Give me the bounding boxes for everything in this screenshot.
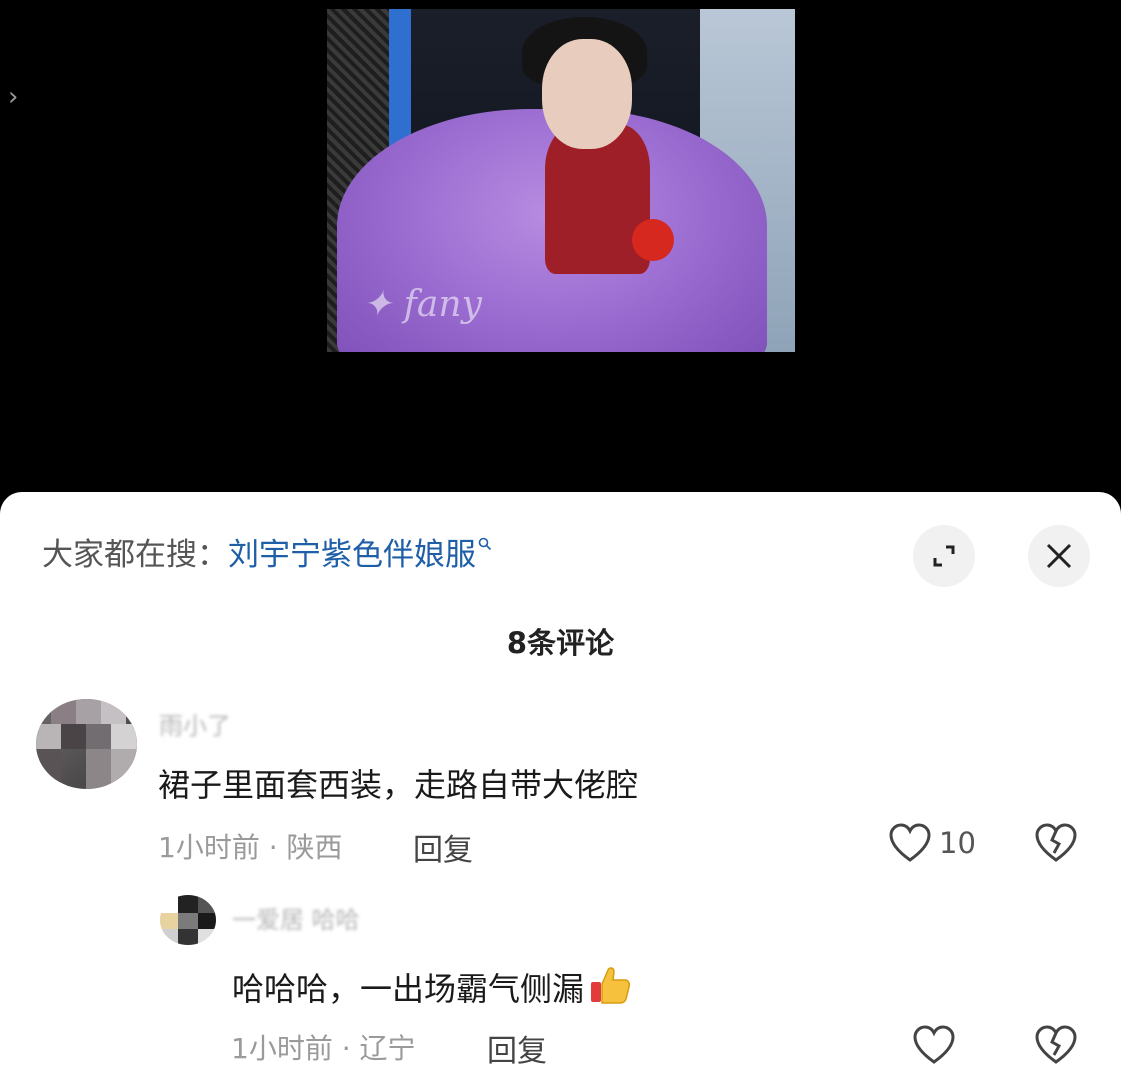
search-icon[interactable] — [478, 537, 492, 551]
like-count: 10 — [939, 826, 976, 860]
comment-meta: 1小时前 · 辽宁 — [231, 1032, 416, 1065]
search-prefix: 大家都在搜： — [42, 537, 228, 573]
broken-heart-icon[interactable] — [1034, 822, 1078, 864]
video-area[interactable]: › ✦ fany — [0, 0, 1121, 500]
avatar[interactable] — [160, 895, 216, 945]
comment-meta: 1小时前 · 陕西 — [158, 831, 343, 864]
close-button[interactable] — [1028, 525, 1090, 587]
comment-username[interactable]: 一爱居 哈哈 — [232, 900, 360, 935]
video-watermark: ✦ fany — [362, 284, 482, 325]
avatar[interactable] — [36, 699, 137, 789]
comment-username[interactable]: 雨小了 — [159, 706, 231, 741]
video-frame[interactable]: ✦ fany — [327, 9, 795, 352]
comment-text-content: 哈哈哈，一出场霸气侧漏 — [232, 970, 585, 1008]
face — [542, 39, 632, 149]
comment-count: 8条评论 — [506, 626, 615, 660]
comment-text: 裙子里面套西装，走路自带大佬腔 — [158, 766, 639, 804]
reply-button[interactable]: 回复 — [413, 825, 473, 869]
chevron-right-icon[interactable]: › — [8, 84, 18, 110]
comment-text: 哈哈哈，一出场霸气侧漏 — [232, 962, 632, 1010]
thumbs-up-emoji — [591, 967, 631, 1004]
heart-icon[interactable] — [888, 822, 932, 864]
corsage — [632, 219, 674, 261]
search-suggestion[interactable]: 大家都在搜：刘宇宁紫色伴娘服 — [42, 535, 492, 575]
close-icon — [1046, 543, 1072, 569]
reply-button[interactable]: 回复 — [487, 1026, 547, 1070]
search-term-link[interactable]: 刘宇宁紫色伴娘服 — [228, 537, 476, 573]
broken-heart-icon[interactable] — [1034, 1024, 1078, 1066]
expand-button[interactable] — [913, 525, 975, 587]
expand-icon — [933, 545, 955, 567]
heart-icon[interactable] — [912, 1024, 956, 1066]
